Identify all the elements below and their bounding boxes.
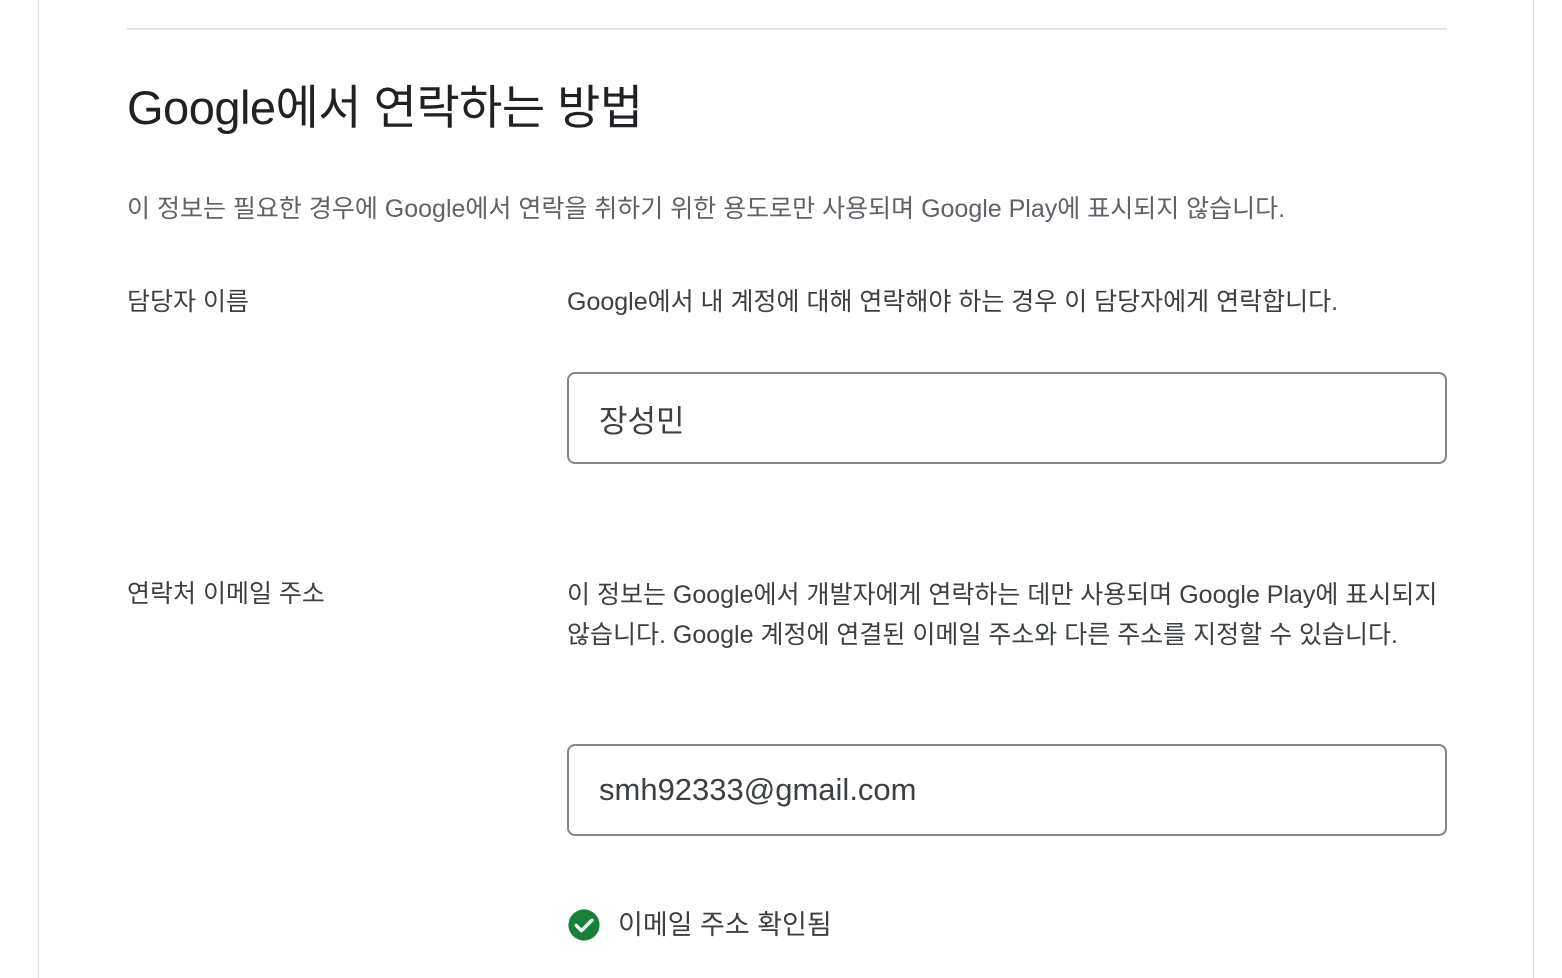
- section-divider: [127, 28, 1447, 30]
- email-verified-text: 이메일 주소 확인됨: [618, 910, 832, 940]
- contact-name-field[interactable]: [567, 372, 1447, 464]
- section-description: 이 정보는 필요한 경우에 Google에서 연락을 취하기 위한 용도로만 사…: [127, 195, 1286, 223]
- contact-email-help: 이 정보는 Google에서 개발자에게 연락하는 데만 사용되며 Google…: [567, 581, 1438, 649]
- contact-email-label: 연락처 이메일 주소: [127, 580, 325, 608]
- contact-email-field[interactable]: [567, 744, 1447, 836]
- contact-name-input[interactable]: [599, 374, 1419, 462]
- contact-name-help: Google에서 내 계정에 대해 연락해야 하는 경우 이 담당자에게 연락합…: [567, 288, 1339, 316]
- contact-name-label: 담당자 이름: [127, 288, 249, 316]
- email-verified-status: 이메일 주소 확인됨: [567, 905, 832, 945]
- contact-email-input[interactable]: [599, 746, 1419, 834]
- section-title: Google에서 연락하는 방법: [127, 81, 643, 134]
- check-circle-icon: [568, 909, 600, 941]
